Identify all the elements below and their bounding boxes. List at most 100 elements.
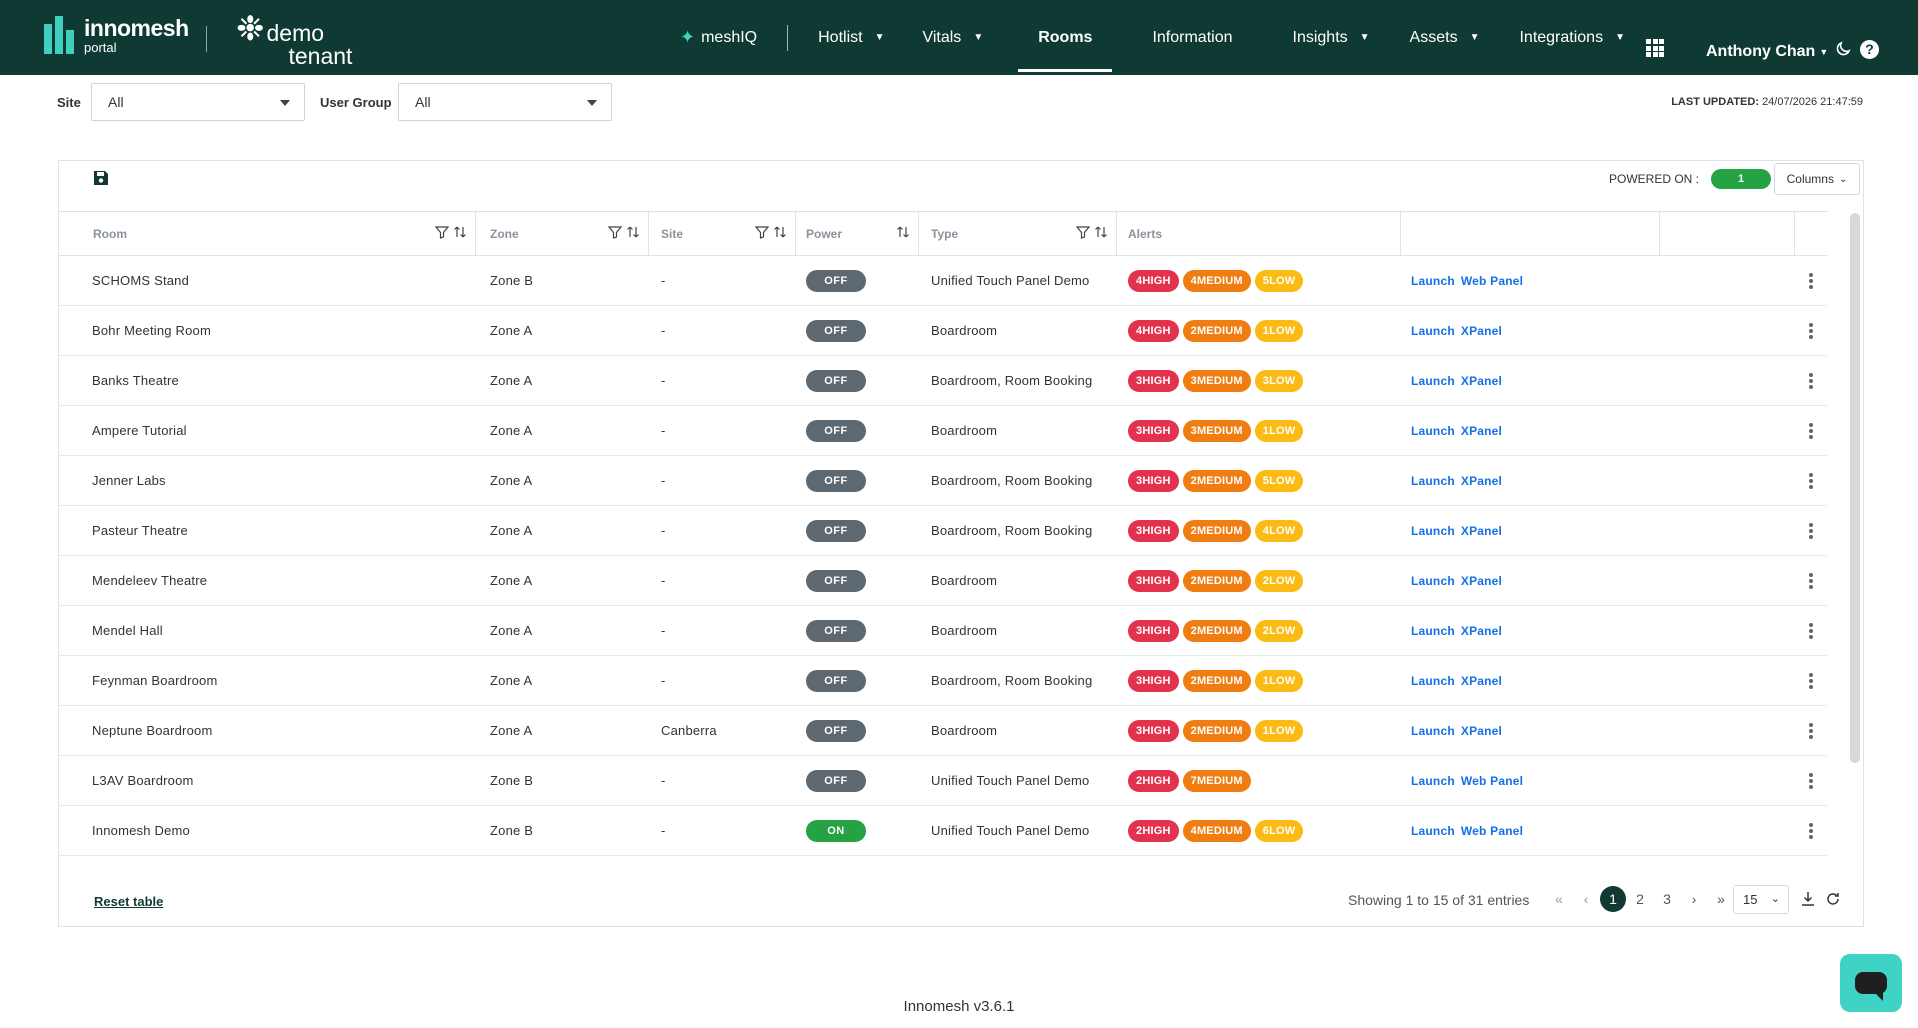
- power-status-badge[interactable]: OFF: [806, 319, 866, 342]
- table-row[interactable]: Neptune Boardroom Zone A Canberra OFF Boardr…: [59, 706, 1827, 756]
- more-options-icon[interactable]: [1809, 622, 1813, 639]
- launch-link[interactable]: Launch: [1411, 474, 1455, 488]
- more-options-icon[interactable]: [1809, 522, 1813, 539]
- more-options-icon[interactable]: [1809, 372, 1813, 389]
- refresh-icon[interactable]: [1825, 891, 1841, 907]
- nav-vitals[interactable]: Vitals ▼: [922, 0, 983, 75]
- power-status-badge[interactable]: OFF: [806, 419, 866, 442]
- alert-medium-badge[interactable]: 3MEDIUM: [1182, 369, 1251, 392]
- power-status-badge[interactable]: OFF: [806, 469, 866, 492]
- alert-high-badge[interactable]: 2HIGH: [1128, 769, 1179, 792]
- table-row[interactable]: Mendel Hall Zone A - OFF Boardroom 3HIGH 2MEDI…: [59, 606, 1827, 656]
- columns-button[interactable]: Columns ⌄: [1774, 163, 1860, 195]
- power-status-badge[interactable]: OFF: [806, 719, 866, 742]
- alert-low-badge[interactable]: 2LOW: [1254, 569, 1304, 592]
- sort-icon[interactable]: [626, 225, 640, 239]
- launch-link[interactable]: Launch: [1411, 674, 1455, 688]
- alert-high-badge[interactable]: 4HIGH: [1128, 319, 1179, 342]
- alert-medium-badge[interactable]: 2MEDIUM: [1182, 569, 1251, 592]
- page-3[interactable]: 3: [1654, 886, 1680, 912]
- power-status-badge[interactable]: OFF: [806, 569, 866, 592]
- header-site[interactable]: Site: [649, 212, 796, 255]
- table-scrollbar[interactable]: [1850, 213, 1860, 763]
- launch-link[interactable]: Launch: [1411, 324, 1455, 338]
- header-power[interactable]: Power: [796, 212, 919, 255]
- help-icon[interactable]: ?: [1860, 40, 1879, 59]
- table-row[interactable]: Mendeleev Theatre Zone A - OFF Boardroom 3HIG…: [59, 556, 1827, 606]
- site-select[interactable]: All: [91, 83, 305, 121]
- alert-high-badge[interactable]: 3HIGH: [1128, 519, 1179, 542]
- alert-low-badge[interactable]: 5LOW: [1254, 469, 1304, 492]
- launch-link[interactable]: Launch: [1411, 724, 1455, 738]
- more-options-icon[interactable]: [1809, 472, 1813, 489]
- table-row[interactable]: Feynman Boardroom Zone A - OFF Boardroom, Ro…: [59, 656, 1827, 706]
- reset-table-link[interactable]: Reset table: [94, 894, 163, 909]
- nav-hotlist[interactable]: Hotlist ▼: [818, 0, 884, 75]
- nav-insights[interactable]: Insights ▼: [1293, 0, 1370, 75]
- filter-icon[interactable]: [608, 225, 622, 239]
- cell-room[interactable]: Neptune Boardroom: [59, 706, 476, 755]
- alert-medium-badge[interactable]: 3MEDIUM: [1182, 419, 1251, 442]
- alert-medium-badge[interactable]: 2MEDIUM: [1182, 519, 1251, 542]
- cell-room[interactable]: Mendeleev Theatre: [59, 556, 476, 605]
- power-status-badge[interactable]: ON: [806, 819, 866, 842]
- header-zone[interactable]: Zone: [476, 212, 649, 255]
- table-row[interactable]: Ampere Tutorial Zone A - OFF Boardroom 3HIGH 3…: [59, 406, 1827, 456]
- power-status-badge[interactable]: OFF: [806, 669, 866, 692]
- launch-link[interactable]: Launch: [1411, 774, 1455, 788]
- more-options-icon[interactable]: [1809, 672, 1813, 689]
- table-row[interactable]: Banks Theatre Zone A - OFF Boardroom, Room B…: [59, 356, 1827, 406]
- panel-link[interactable]: Web Panel: [1461, 274, 1523, 288]
- nav-meshiq[interactable]: ✦ meshIQ: [680, 0, 757, 75]
- more-options-icon[interactable]: [1809, 272, 1813, 289]
- power-status-badge[interactable]: OFF: [806, 769, 866, 792]
- launch-link[interactable]: Launch: [1411, 624, 1455, 638]
- launch-link[interactable]: Launch: [1411, 574, 1455, 588]
- alert-medium-badge[interactable]: 2MEDIUM: [1182, 719, 1251, 742]
- alert-high-badge[interactable]: 3HIGH: [1128, 369, 1179, 392]
- power-status-badge[interactable]: OFF: [806, 369, 866, 392]
- panel-link[interactable]: XPanel: [1461, 424, 1502, 438]
- panel-link[interactable]: XPanel: [1461, 724, 1502, 738]
- alert-high-badge[interactable]: 4HIGH: [1128, 269, 1179, 292]
- more-options-icon[interactable]: [1809, 572, 1813, 589]
- table-row[interactable]: SCHOMS Stand Zone B - OFF Unified Touch Pane…: [59, 256, 1827, 306]
- panel-link[interactable]: XPanel: [1461, 374, 1502, 388]
- table-row[interactable]: Bohr Meeting Room Zone A - OFF Boardroom 4HIG…: [59, 306, 1827, 356]
- cell-room[interactable]: Pasteur Theatre: [59, 506, 476, 555]
- header-type[interactable]: Type: [919, 212, 1117, 255]
- launch-link[interactable]: Launch: [1411, 424, 1455, 438]
- alert-high-badge[interactable]: 3HIGH: [1128, 719, 1179, 742]
- brand-logo[interactable]: innomesh portal: [44, 16, 189, 54]
- panel-link[interactable]: Web Panel: [1461, 824, 1523, 838]
- more-options-icon[interactable]: [1809, 722, 1813, 739]
- dark-mode-icon[interactable]: [1834, 40, 1852, 58]
- header-room[interactable]: Room: [59, 212, 476, 255]
- sort-icon[interactable]: [773, 225, 787, 239]
- alert-high-badge[interactable]: 3HIGH: [1128, 669, 1179, 692]
- table-row[interactable]: Innomesh Demo Zone B - ON Unified Touch Pane…: [59, 806, 1827, 856]
- power-status-badge[interactable]: OFF: [806, 619, 866, 642]
- alert-low-badge[interactable]: 4LOW: [1254, 519, 1304, 542]
- panel-link[interactable]: XPanel: [1461, 624, 1502, 638]
- user-group-select[interactable]: All: [398, 83, 612, 121]
- more-options-icon[interactable]: [1809, 772, 1813, 789]
- panel-link[interactable]: Web Panel: [1461, 774, 1523, 788]
- nav-information[interactable]: Information: [1152, 0, 1232, 75]
- power-status-badge[interactable]: OFF: [806, 519, 866, 542]
- cell-room[interactable]: Bohr Meeting Room: [59, 306, 476, 355]
- panel-link[interactable]: XPanel: [1461, 674, 1502, 688]
- alert-low-badge[interactable]: 5LOW: [1254, 269, 1304, 292]
- filter-icon[interactable]: [755, 225, 769, 239]
- panel-link[interactable]: XPanel: [1461, 324, 1502, 338]
- alert-medium-badge[interactable]: 2MEDIUM: [1182, 469, 1251, 492]
- alert-medium-badge[interactable]: 2MEDIUM: [1182, 619, 1251, 642]
- alert-low-badge[interactable]: 1LOW: [1254, 669, 1304, 692]
- cell-room[interactable]: Feynman Boardroom: [59, 656, 476, 705]
- alert-high-badge[interactable]: 3HIGH: [1128, 419, 1179, 442]
- filter-icon[interactable]: [435, 225, 449, 239]
- panel-link[interactable]: XPanel: [1461, 474, 1502, 488]
- cell-room[interactable]: Innomesh Demo: [59, 806, 476, 855]
- save-icon[interactable]: [93, 170, 109, 186]
- more-options-icon[interactable]: [1809, 822, 1813, 839]
